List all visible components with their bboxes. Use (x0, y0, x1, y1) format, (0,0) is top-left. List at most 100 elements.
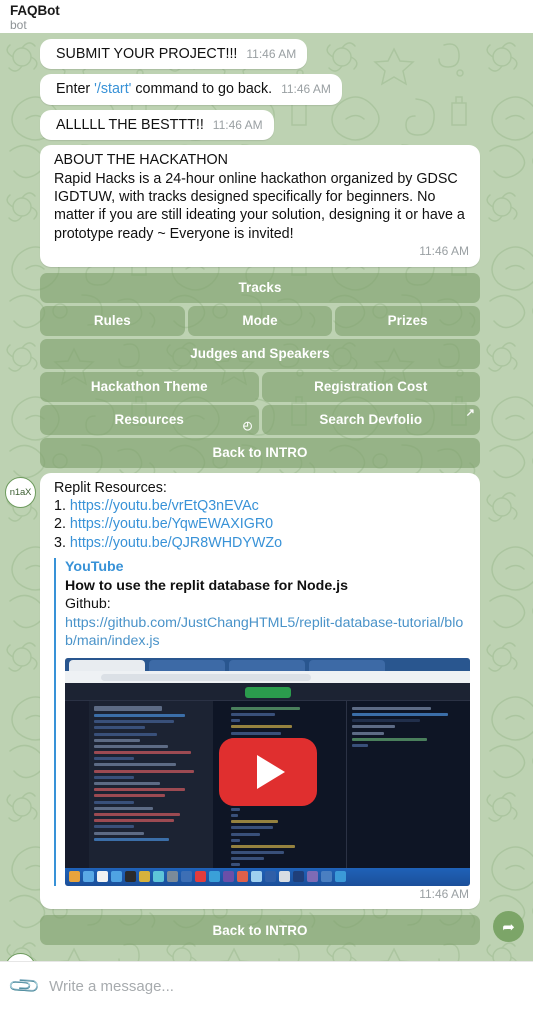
message-timestamp: 11:46 AM (281, 82, 331, 97)
message-bubble[interactable]: SUBMIT YOUR PROJECT!!! 11:46 AM (40, 39, 308, 70)
keyboard-button-tracks[interactable]: Tracks (40, 272, 480, 303)
keyboard-button-registration-cost[interactable]: Registration Cost (261, 371, 480, 402)
page-title: FAQBot (10, 3, 60, 18)
inline-keyboard: Tracks Rules Mode Prizes Judges and Spea… (0, 272, 533, 468)
resource-link-item: 1. https://youtu.be/vrEtQ3nEVAc (54, 497, 469, 515)
about-title: ABOUT THE HACKATHON (54, 152, 228, 169)
keyboard-row: Resources ◴ Search Devfolio ↗ (40, 404, 480, 435)
keyboard-button-back-to-intro[interactable]: Back to INTRO (40, 437, 480, 468)
keyboard-button-label: Search Devfolio (319, 412, 423, 428)
resource-link-item: 2. https://youtu.be/YqwEWAXIGR0 (54, 515, 469, 533)
play-triangle-icon (256, 754, 285, 789)
keyboard-button-label: Resources (114, 412, 184, 428)
browser-tab (309, 659, 385, 671)
keyboard-button-prizes[interactable]: Prizes (335, 305, 481, 336)
message-timestamp: 11:46 AM (212, 117, 263, 132)
keyboard-row: Rules Mode Prizes (40, 305, 481, 336)
browser-tab-strip (65, 657, 470, 671)
resources-message-row: Replit Resources: 1. https://youtu.be/vr… (0, 472, 533, 910)
about-message-row: ABOUT THE HACKATHON Rapid Hacks is a 24-… (0, 145, 533, 267)
resource-link-url[interactable]: https://youtu.be/YqwEWAXIGR0 (70, 516, 273, 532)
keyboard-button-judges-and-speakers[interactable]: Judges and Speakers (40, 338, 480, 369)
keyboard-button-label: Prizes (387, 313, 428, 329)
keyboard-button-rules[interactable]: Rules (40, 305, 185, 336)
ide-toolbar (65, 682, 470, 701)
paperclip-icon[interactable]: 📎 (8, 969, 43, 1004)
play-button-icon[interactable] (218, 737, 317, 806)
windows-taskbar (65, 867, 470, 886)
message-text-before: Enter (56, 81, 95, 98)
keyboard-button-label: Tracks (238, 280, 282, 296)
ide-icon-sidebar (65, 700, 89, 868)
browser-tab (229, 659, 305, 671)
keyboard-button-back-to-intro-final[interactable]: Back to INTRO (40, 915, 480, 946)
keyboard-row: Back to INTRO (40, 915, 480, 946)
link-preview-url[interactable]: https://github.com/JustChangHTML5/replit… (65, 614, 469, 651)
telegram-chat-window: FAQBot bot SUBMIT YOUR PROJECT!!! 11:46 … (0, 0, 533, 1011)
resource-link-url[interactable]: https://youtu.be/vrEtQ3nEVAc (70, 498, 259, 514)
keyboard-button-label: Rules (93, 313, 131, 329)
video-thumbnail[interactable] (65, 657, 470, 886)
keyboard-button-label: Registration Cost (314, 379, 428, 395)
external-link-icon: ↗ (465, 406, 475, 419)
keyboard-button-mode[interactable]: Mode (187, 305, 333, 336)
resources-message-bubble[interactable]: Replit Resources: 1. https://youtu.be/vr… (40, 472, 480, 910)
message-bubble[interactable]: ALLLLL THE BESTTT!! 11:46 AM (40, 109, 274, 141)
about-body: Rapid Hacks is a 24-hour online hackatho… (54, 170, 469, 242)
run-button (244, 686, 291, 698)
final-inline-keyboard: Back to INTRO (0, 915, 533, 946)
keyboard-row: Judges and Speakers (40, 338, 480, 369)
keyboard-button-label: Hackathon Theme (90, 379, 208, 395)
chat-status-subtitle: bot (10, 18, 27, 32)
start-command-link[interactable]: '/start' (94, 81, 131, 97)
forward-button[interactable]: ➦ (493, 911, 524, 942)
message-row: Enter '/start' command to go back. 11:46… (0, 74, 533, 105)
keyboard-row: Hackathon Theme Registration Cost (40, 371, 480, 402)
message-row: SUBMIT YOUR PROJECT!!! 11:46 AM (0, 39, 533, 70)
avatar: n1aX (5, 953, 36, 961)
resources-timestamp: 11:46 AM (419, 886, 469, 901)
clock-icon: ◴ (242, 419, 253, 432)
browser-url-pill (101, 673, 311, 681)
resource-link-item: 3. https://youtu.be/QJR8WHDYWZo (54, 534, 469, 552)
browser-tab (149, 659, 225, 671)
keyboard-button-resources[interactable]: Resources ◴ (40, 404, 259, 435)
ide-console-panel (346, 700, 470, 868)
avatar-initials: n1aX (9, 487, 32, 498)
forward-arrow-icon: ➦ (502, 918, 515, 936)
keyboard-row: Back to INTRO (40, 437, 480, 468)
message-text: Enter '/start' command to go back. (56, 80, 272, 98)
message-bubble[interactable]: Enter '/start' command to go back. 11:46… (40, 74, 342, 105)
keyboard-button-hackathon-theme[interactable]: Hackathon Theme (40, 371, 259, 402)
chat-message-area[interactable]: SUBMIT YOUR PROJECT!!! 11:46 AM Enter '/… (0, 33, 533, 961)
message-row: ALLLLL THE BESTTT!! 11:46 AM (0, 109, 533, 141)
keyboard-button-label: Back to INTRO (212, 922, 308, 938)
browser-tab (69, 659, 145, 671)
browser-url-bar (65, 670, 470, 683)
keyboard-button-search-devfolio[interactable]: Search Devfolio ↗ (261, 404, 480, 435)
about-timestamp: 11:46 AM (419, 244, 469, 259)
resource-link-number: 2. (54, 516, 66, 533)
keyboard-button-label: Mode (242, 313, 278, 329)
link-preview-title: How to use the replit database for Node.… (65, 577, 349, 594)
ide-database-panel (89, 700, 213, 868)
keyboard-row: Tracks (40, 272, 480, 303)
link-preview-label: Github: (65, 596, 111, 613)
message-list: SUBMIT YOUR PROJECT!!! 11:46 AM Enter '/… (0, 33, 533, 961)
resource-link-number: 3. (54, 534, 66, 551)
link-preview-site: YouTube (65, 559, 124, 576)
resources-heading: Replit Resources: (54, 479, 167, 496)
about-message-bubble[interactable]: ABOUT THE HACKATHON Rapid Hacks is a 24-… (40, 145, 480, 267)
resource-link-number: 1. (54, 498, 66, 515)
message-text: SUBMIT YOUR PROJECT!!! (56, 46, 238, 62)
message-composer: 📎 (0, 961, 533, 1011)
avatar: n1aX (5, 477, 36, 508)
message-input[interactable] (49, 978, 521, 995)
keyboard-button-label: Judges and Speakers (190, 346, 330, 362)
chat-header: FAQBot bot (0, 0, 533, 33)
message-text: ALLLLL THE BESTTT!! (56, 116, 204, 133)
link-preview[interactable]: YouTube How to use the replit database f… (54, 558, 470, 886)
message-timestamp: 11:46 AM (246, 47, 297, 61)
message-text-after: command to go back. (131, 81, 273, 98)
resource-link-url[interactable]: https://youtu.be/QJR8WHDYWZo (70, 535, 282, 551)
